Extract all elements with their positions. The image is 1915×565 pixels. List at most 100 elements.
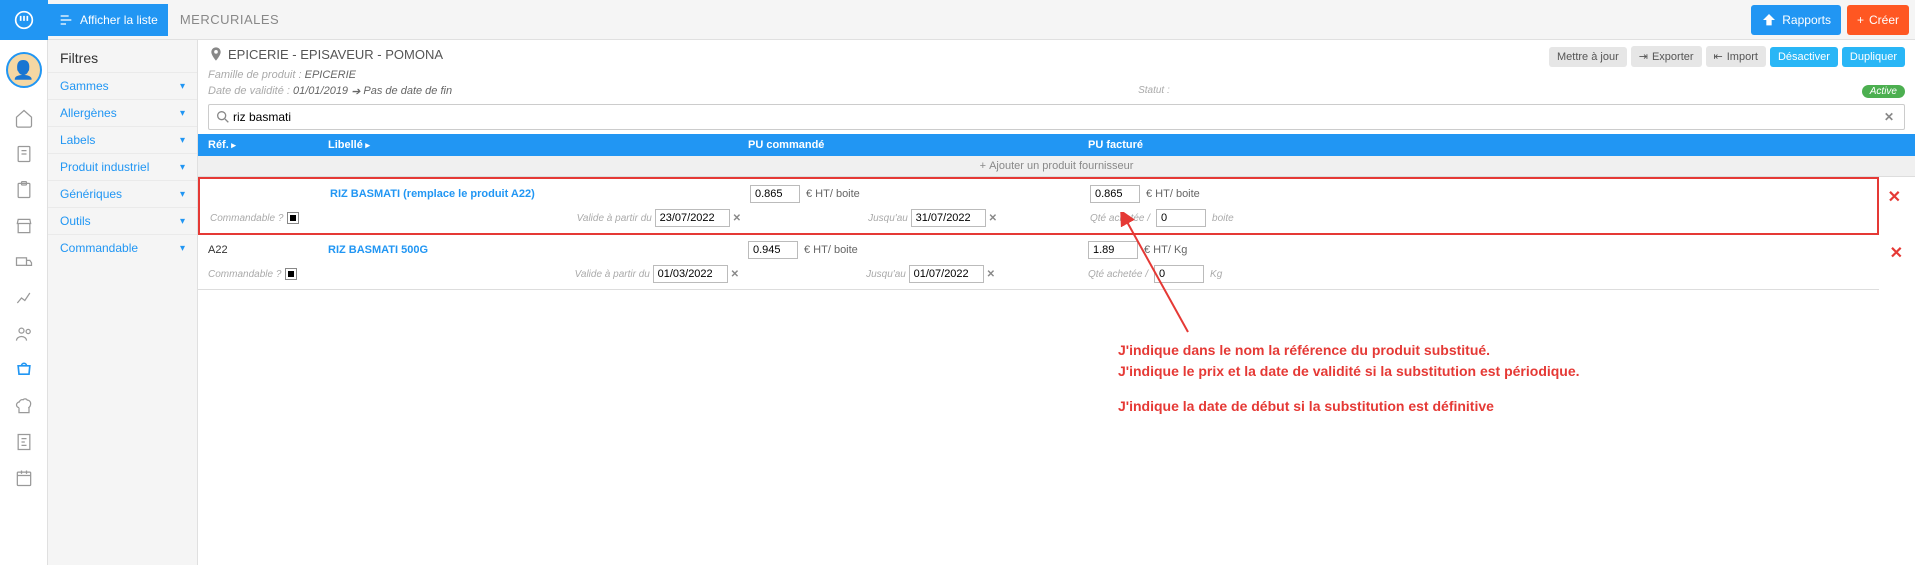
annotation-text: J'indique dans le nom la référence du pr… [1118, 340, 1580, 417]
until-input[interactable] [909, 265, 984, 283]
nav-chart-icon[interactable] [0, 280, 48, 316]
qty-input[interactable] [1156, 209, 1206, 227]
col-pu-cmd[interactable]: PU commandé [748, 139, 1088, 151]
pu-fact-input[interactable] [1090, 185, 1140, 203]
export-button[interactable]: ⇥Exporter [1631, 46, 1702, 67]
filter-label: Gammes [60, 79, 109, 93]
product-row: A22RIZ BASMATI 500G€ HT/ boite€ HT/ KgCo… [198, 235, 1879, 290]
nav-home-icon[interactable] [0, 100, 48, 136]
valid-from-label: Valide à partir du [575, 269, 650, 280]
filter-label: Outils [60, 214, 91, 228]
filters-title: Filtres [48, 40, 197, 72]
validity-label: Date de validité : [208, 85, 290, 98]
filter-label: Génériques [60, 187, 122, 201]
until-label: Jusqu'au [868, 213, 908, 224]
delete-row-icon[interactable]: ✕ [1890, 243, 1903, 263]
qty-label: Qté achetée / [1090, 213, 1150, 224]
nav-people-icon[interactable] [0, 316, 48, 352]
filter-item-2[interactable]: Labels ▾ [48, 126, 197, 153]
clear-date-icon[interactable]: ✕ [984, 269, 998, 280]
filter-label: Produit industriel [60, 160, 149, 174]
create-label: Créer [1869, 13, 1899, 27]
import-button[interactable]: ⇤Import [1706, 46, 1766, 67]
family-value: EPICERIE [305, 69, 356, 81]
filter-item-6[interactable]: Commandable▾ [48, 234, 197, 261]
until-input[interactable] [911, 209, 986, 227]
commandable-label: Commandable ? [210, 213, 283, 224]
valid-from-input[interactable] [653, 265, 728, 283]
delete-row-icon[interactable]: ✕ [1888, 187, 1901, 207]
commandable-checkbox[interactable] [287, 212, 299, 224]
nav-receipt-icon[interactable] [0, 424, 48, 460]
qty-label: Qté achetée / [1088, 269, 1148, 280]
nav-chef-icon[interactable] [0, 388, 48, 424]
nav-clipboard-icon[interactable] [0, 172, 48, 208]
clear-date-icon[interactable]: ✕ [730, 213, 744, 224]
import-icon: ⇤ [1714, 50, 1723, 63]
commandable-label: Commandable ? [208, 269, 281, 280]
pu-fact-input[interactable] [1088, 241, 1138, 259]
caret-down-icon: ▾ [180, 216, 185, 227]
pu-cmd-unit: € HT/ boite [806, 188, 860, 200]
caret-down-icon: ▾ [180, 162, 185, 173]
qty-unit: Kg [1210, 269, 1222, 280]
clear-date-icon[interactable]: ✕ [728, 269, 742, 280]
plus-icon: + [1857, 13, 1864, 27]
caret-down-icon: ▾ [180, 81, 185, 92]
validity-end: Pas de date de fin [363, 85, 452, 98]
export-icon: ⇥ [1639, 50, 1648, 63]
status-badge: Active [1862, 85, 1905, 98]
until-label: Jusqu'au [866, 269, 906, 280]
commandable-checkbox[interactable] [285, 268, 297, 280]
pu-cmd-input[interactable] [750, 185, 800, 203]
deactivate-button[interactable]: Désactiver [1770, 47, 1838, 67]
validity-start: 01/01/2019 [293, 85, 348, 98]
filter-label: Labels [60, 133, 95, 147]
nav-doc-icon[interactable] [0, 136, 48, 172]
product-label-link[interactable]: RIZ BASMATI 500G [328, 244, 748, 256]
col-label[interactable]: Libellé [328, 139, 748, 151]
product-ref: A22 [198, 244, 328, 256]
search-box: ✕ [208, 104, 1905, 130]
qty-input[interactable] [1154, 265, 1204, 283]
filter-item-1[interactable]: Allergènes▾ [48, 99, 197, 126]
show-list-button[interactable]: Afficher la liste [48, 4, 168, 36]
icon-rail: 👤 [0, 0, 48, 565]
update-button[interactable]: Mettre à jour [1549, 47, 1627, 67]
filters-sidebar: Filtres Gammes▾Allergènes▾Labels▾Produit… [48, 40, 198, 565]
nav-cart-icon[interactable] [0, 352, 48, 388]
plus-icon: + [980, 160, 986, 172]
nav-calendar-icon[interactable] [0, 460, 48, 496]
status-label: Statut : [1138, 85, 1170, 98]
filter-item-4[interactable]: Génériques▾ [48, 180, 197, 207]
product-label-link[interactable]: RIZ BASMATI (remplace le produit A22) [330, 188, 750, 200]
filter-label: Allergènes [60, 106, 117, 120]
valid-from-input[interactable] [655, 209, 730, 227]
filter-item-3[interactable]: Produit industriel ▾ [48, 153, 197, 180]
qty-unit: boite [1212, 213, 1234, 224]
filter-item-0[interactable]: Gammes ▾ [48, 72, 197, 99]
create-button[interactable]: + Créer [1847, 5, 1909, 35]
search-input[interactable] [231, 108, 1880, 126]
pu-cmd-input[interactable] [748, 241, 798, 259]
valid-from-label: Valide à partir du [577, 213, 652, 224]
app-logo[interactable] [0, 0, 48, 40]
reports-button[interactable]: Rapports [1751, 5, 1841, 35]
user-avatar[interactable]: 👤 [6, 52, 42, 88]
main-content: EPICERIE - EPISAVEUR - POMONA Mettre à j… [198, 40, 1915, 565]
caret-down-icon: ▾ [180, 135, 185, 146]
nav-delivery-icon[interactable] [0, 244, 48, 280]
col-pu-fact[interactable]: PU facturé [1088, 139, 1915, 151]
clear-date-icon[interactable]: ✕ [986, 213, 1000, 224]
top-bar: Afficher la liste MERCURIALES Rapports +… [48, 0, 1915, 40]
search-icon [215, 109, 231, 125]
pu-fact-unit: € HT/ Kg [1144, 244, 1187, 256]
col-ref[interactable]: Réf. [198, 139, 328, 151]
duplicate-button[interactable]: Dupliquer [1842, 47, 1905, 67]
clear-search-icon[interactable]: ✕ [1880, 110, 1898, 124]
reports-label: Rapports [1782, 13, 1831, 27]
add-product-row[interactable]: + Ajouter un produit fournisseur [198, 156, 1915, 177]
page-title: MERCURIALES [180, 12, 279, 27]
filter-item-5[interactable]: Outils ▾ [48, 207, 197, 234]
nav-store-icon[interactable] [0, 208, 48, 244]
